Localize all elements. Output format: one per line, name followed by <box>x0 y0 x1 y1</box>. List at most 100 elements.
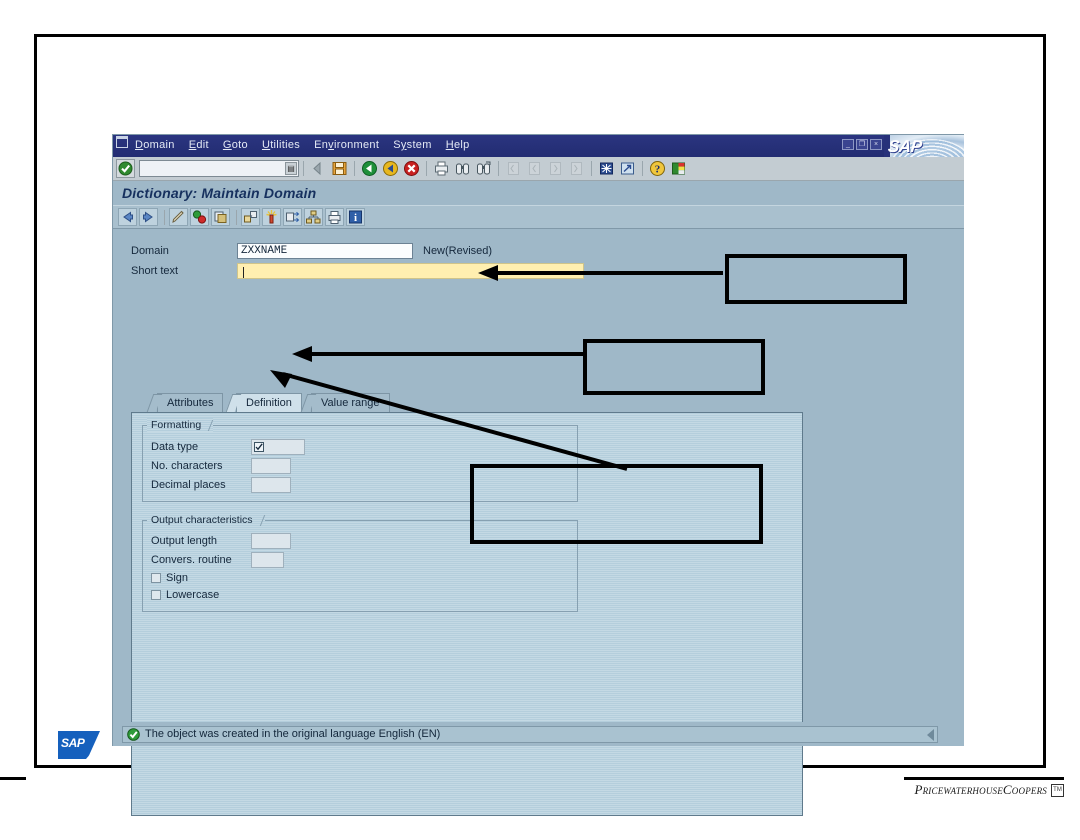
left-blue-arrow-icon[interactable] <box>118 208 137 226</box>
lowercase-checkbox[interactable] <box>151 590 161 600</box>
menu-item-help[interactable]: Help <box>446 139 470 151</box>
domain-input[interactable]: ZXXNAME <box>237 243 413 259</box>
search-help-icon <box>254 442 264 452</box>
output-length-row: Output length <box>151 533 291 549</box>
customize-local-layout-icon[interactable] <box>669 159 688 178</box>
output-length-input[interactable] <box>251 533 291 549</box>
exit-yellow-arrow-icon[interactable] <box>381 159 400 178</box>
sap-footer-logo: SAP <box>58 731 110 759</box>
status-message: The object was created in the original l… <box>145 728 441 740</box>
menu-item-system[interactable]: System <box>393 139 432 151</box>
minimize-button[interactable]: _ <box>842 139 854 150</box>
data-type-label: Data type <box>151 441 199 453</box>
toolbar-divider <box>642 161 643 176</box>
pencil-icon[interactable] <box>169 208 188 226</box>
page-title: Dictionary: Maintain Domain <box>113 181 964 205</box>
toolbar-divider <box>236 209 237 225</box>
help-question-icon[interactable]: ? <box>648 159 667 178</box>
generate-sparkle-icon[interactable] <box>262 208 281 226</box>
footer-rule-right <box>904 777 1064 780</box>
sap-logo-text: SAP <box>887 137 923 156</box>
lowercase-label: Lowercase <box>166 589 220 601</box>
restore-button[interactable]: ❐ <box>856 139 868 150</box>
menu-item-list: Domain Edit Goto Utilities Environment S… <box>135 139 470 151</box>
callout-data-type-arrow-line <box>310 352 585 356</box>
toolbar-divider <box>303 161 304 176</box>
activate-icon[interactable] <box>190 208 209 226</box>
menu-item-utilities[interactable]: Utilities <box>262 139 300 151</box>
where-used-icon[interactable] <box>241 208 260 226</box>
domain-field-row: Domain ZXXNAME New(Revised) <box>131 243 492 259</box>
create-session-icon[interactable] <box>597 159 616 178</box>
last-page-icon <box>567 159 586 178</box>
expand-arrows-icon[interactable] <box>283 208 302 226</box>
toolbar-divider <box>426 161 427 176</box>
toolbar-divider <box>354 161 355 176</box>
no-characters-label: No. characters <box>151 460 223 472</box>
create-shortcut-icon[interactable] <box>618 159 637 178</box>
output-characteristics-group-title: Output characteristics <box>147 513 265 527</box>
print-preview-icon[interactable] <box>325 208 344 226</box>
save-icon[interactable] <box>330 159 349 178</box>
callout-short-text-arrow-line <box>495 271 723 275</box>
pwc-logo-text: PricewaterhouseCoopers <box>914 782 1047 797</box>
close-button[interactable]: × <box>870 139 882 150</box>
menu-item-goto[interactable]: Goto <box>223 139 248 151</box>
system-menu-icon[interactable] <box>116 136 128 148</box>
text-cursor <box>243 267 244 279</box>
convers-routine-input[interactable] <box>251 552 284 568</box>
toolbar-divider <box>591 161 592 176</box>
sap-footer-logo-text: SAP <box>61 736 85 750</box>
enter-check-icon[interactable] <box>116 159 135 178</box>
find-binoculars-icon[interactable] <box>453 159 472 178</box>
tab-attributes-label: Attributes <box>167 397 214 409</box>
command-field[interactable]: ▤ <box>139 160 299 177</box>
menu-bar: Domain Edit Goto Utilities Environment S… <box>113 135 964 173</box>
back-arrow-small-icon[interactable] <box>309 159 328 178</box>
sign-label: Sign <box>166 572 189 584</box>
pwc-logo: PricewaterhouseCoopers TM <box>914 782 1064 798</box>
hierarchy-icon[interactable] <box>304 208 323 226</box>
print-icon[interactable] <box>432 159 451 178</box>
toolbar-divider <box>164 209 165 225</box>
other-object-icon[interactable] <box>211 208 230 226</box>
footer-rule-left <box>0 777 26 780</box>
window-controls: _ ❐ × <box>842 139 882 150</box>
callout-data-type-arrowhead <box>292 346 312 362</box>
cancel-red-x-icon[interactable] <box>402 159 421 178</box>
page-title-text: Dictionary: Maintain Domain <box>122 185 317 201</box>
sign-checkbox-row[interactable]: Sign <box>151 572 188 584</box>
convers-routine-label: Convers. routine <box>151 554 232 566</box>
tab-attributes[interactable]: Attributes <box>146 393 224 412</box>
formatting-group-title: Formatting <box>147 418 213 432</box>
sign-checkbox[interactable] <box>151 573 161 583</box>
status-bar-inner: The object was created in the original l… <box>122 725 938 743</box>
short-text-label: Short text <box>131 265 179 277</box>
menu-item-domain[interactable]: Domain <box>135 139 175 151</box>
pwc-trademark-icon: TM <box>1051 783 1064 797</box>
output-length-label: Output length <box>151 535 218 547</box>
decimal-places-input[interactable] <box>251 477 291 493</box>
back-green-arrow-icon[interactable] <box>360 159 379 178</box>
success-check-icon <box>127 727 140 741</box>
svg-text:?: ? <box>655 164 661 176</box>
decimal-places-label: Decimal places <box>151 479 226 491</box>
right-blue-arrow-icon[interactable] <box>139 208 158 226</box>
toolbar-divider <box>498 161 499 176</box>
domain-label: Domain <box>131 245 169 257</box>
decimal-places-row: Decimal places <box>151 477 291 493</box>
information-icon[interactable]: i <box>346 208 365 226</box>
convers-routine-row: Convers. routine <box>151 552 284 568</box>
find-next-binoculars-icon[interactable] <box>474 159 493 178</box>
command-history-icon[interactable]: ▤ <box>285 162 297 175</box>
menu-item-environment[interactable]: Environment <box>314 139 379 151</box>
callout-decimal-places <box>470 464 763 544</box>
resize-grip-icon[interactable] <box>927 728 934 741</box>
menu-item-edit[interactable]: Edit <box>189 139 209 151</box>
lowercase-checkbox-row[interactable]: Lowercase <box>151 589 219 601</box>
standard-toolbar: ▤ ? <box>113 157 964 181</box>
callout-short-text-arrowhead <box>478 265 498 281</box>
previous-page-icon <box>525 159 544 178</box>
next-page-icon <box>546 159 565 178</box>
domain-status-text: New(Revised) <box>423 245 493 257</box>
